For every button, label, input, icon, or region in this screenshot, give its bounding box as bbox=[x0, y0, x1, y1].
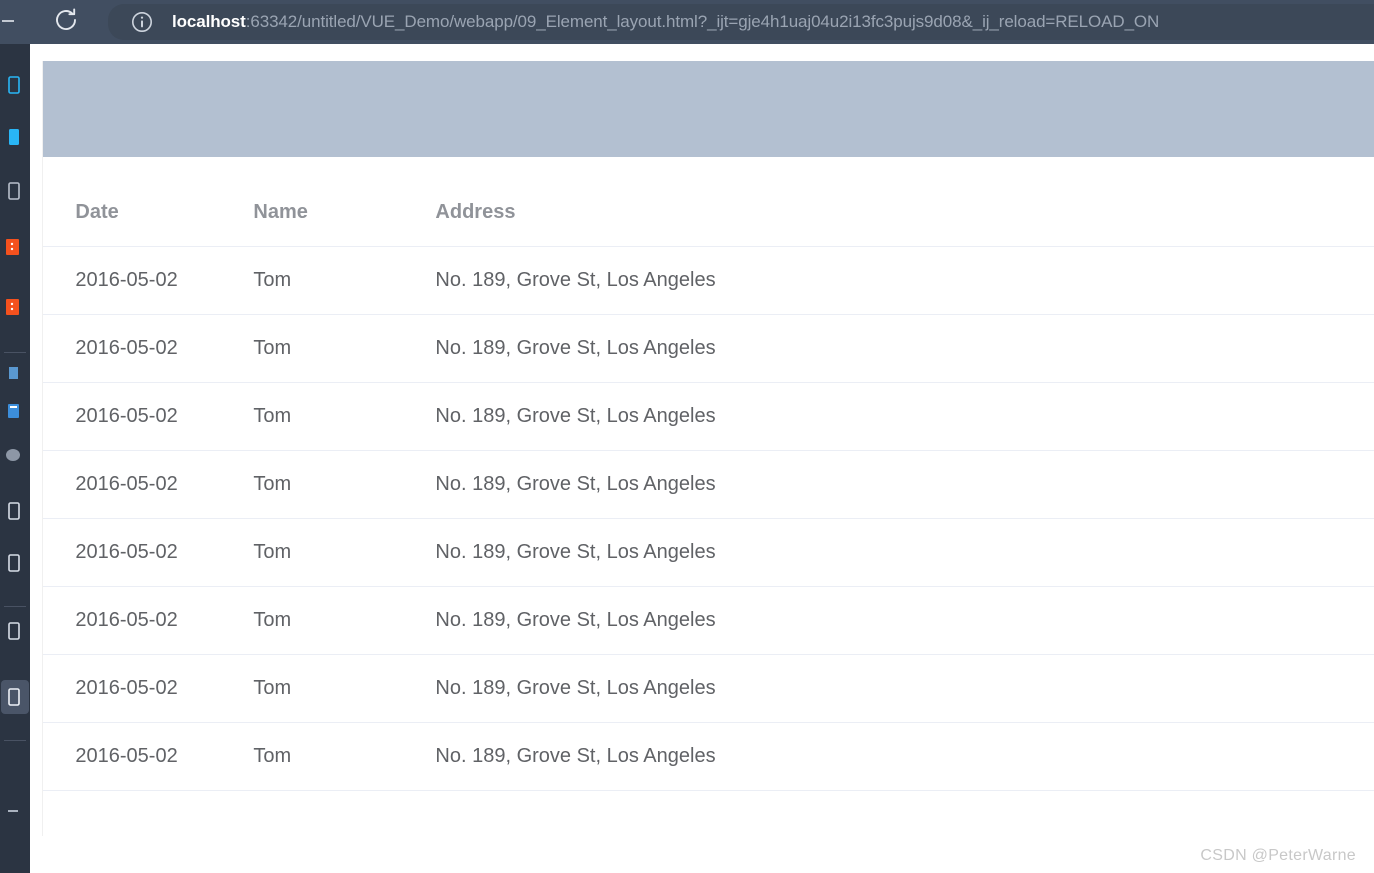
dock-icon-10[interactable] bbox=[1, 500, 27, 522]
cell-date: 2016-05-02 bbox=[43, 722, 254, 791]
cell-date: 2016-05-02 bbox=[43, 586, 254, 655]
dock-icon-7[interactable] bbox=[1, 362, 27, 384]
dock-icon-14[interactable] bbox=[1, 800, 27, 822]
dock-icon-4[interactable] bbox=[1, 180, 27, 202]
cell-address: No. 189, Grove St, Los Angeles bbox=[435, 246, 1374, 315]
table-row[interactable]: 2016-05-02 Tom No. 189, Grove St, Los An… bbox=[43, 518, 1374, 587]
cell-date: 2016-05-02 bbox=[43, 382, 254, 451]
dock-icon-6[interactable] bbox=[1, 296, 27, 318]
cell-name: Tom bbox=[253, 450, 436, 519]
cell-date: 2016-05-02 bbox=[43, 246, 254, 315]
address-bar-url: localhost:63342/untitled/VUE_Demo/webapp… bbox=[172, 12, 1159, 32]
cell-name: Tom bbox=[253, 722, 436, 791]
cell-date: 2016-05-02 bbox=[43, 314, 254, 383]
dock-icon-5[interactable] bbox=[1, 236, 27, 258]
cell-address: No. 189, Grove St, Los Angeles bbox=[435, 314, 1374, 383]
table-row[interactable]: 2016-05-02 Tom No. 189, Grove St, Los An… bbox=[43, 654, 1374, 723]
os-dock bbox=[0, 0, 30, 873]
page-header-bar bbox=[43, 61, 1374, 157]
table-header-row: Date Name Address bbox=[43, 201, 1374, 247]
table-head: Date Name Address bbox=[43, 201, 1374, 247]
url-path: :63342/untitled/VUE_Demo/webapp/09_Eleme… bbox=[245, 12, 1160, 31]
cell-date: 2016-05-02 bbox=[43, 654, 254, 723]
cell-address: No. 189, Grove St, Los Angeles bbox=[435, 518, 1374, 587]
cell-name: Tom bbox=[253, 314, 436, 383]
dock-divider-3 bbox=[4, 740, 26, 741]
cell-address: No. 189, Grove St, Los Angeles bbox=[435, 586, 1374, 655]
url-host: localhost bbox=[172, 12, 246, 31]
dock-icon-9[interactable] bbox=[1, 444, 27, 466]
dock-icon-13[interactable] bbox=[1, 686, 27, 708]
table-row[interactable]: 2016-05-02 Tom No. 189, Grove St, Los An… bbox=[43, 382, 1374, 451]
element-layout-container: Navigator One Group 1 Option 1 Option 2 … bbox=[42, 61, 1374, 836]
info-circle-icon[interactable] bbox=[130, 10, 154, 34]
cell-name: Tom bbox=[253, 586, 436, 655]
cell-date: 2016-05-02 bbox=[43, 450, 254, 519]
cell-name: Tom bbox=[253, 246, 436, 315]
table-row[interactable]: 2016-05-02 Tom No. 189, Grove St, Los An… bbox=[43, 722, 1374, 791]
main-content: Date Name Address 2016-05-02 Tom No. 189… bbox=[43, 157, 1374, 836]
dock-icon-12[interactable] bbox=[1, 620, 27, 642]
window-minimize-button[interactable] bbox=[2, 20, 14, 22]
table-body: 2016-05-02 Tom No. 189, Grove St, Los An… bbox=[43, 246, 1374, 791]
data-table: Date Name Address 2016-05-02 Tom No. 189… bbox=[43, 201, 1374, 791]
watermark: CSDN @PeterWarne bbox=[1200, 847, 1356, 864]
reload-icon bbox=[52, 6, 80, 39]
page-viewport: Navigator One Group 1 Option 1 Option 2 … bbox=[30, 44, 1374, 873]
table-row[interactable]: 2016-05-02 Tom No. 189, Grove St, Los An… bbox=[43, 450, 1374, 519]
cell-name: Tom bbox=[253, 382, 436, 451]
cell-name: Tom bbox=[253, 654, 436, 723]
cell-address: No. 189, Grove St, Los Angeles bbox=[435, 450, 1374, 519]
dock-divider-2 bbox=[4, 606, 26, 607]
dock-icon-2[interactable] bbox=[1, 74, 27, 96]
main-column: Date Name Address 2016-05-02 Tom No. 189… bbox=[43, 61, 1374, 836]
browser-chrome: localhost:63342/untitled/VUE_Demo/webapp… bbox=[0, 0, 1374, 44]
address-bar[interactable]: localhost:63342/untitled/VUE_Demo/webapp… bbox=[108, 4, 1374, 40]
dock-icon-3[interactable] bbox=[1, 126, 27, 148]
cell-name: Tom bbox=[253, 518, 436, 587]
table-row[interactable]: 2016-05-02 Tom No. 189, Grove St, Los An… bbox=[43, 586, 1374, 655]
dock-icon-11[interactable] bbox=[1, 552, 27, 574]
column-header-address[interactable]: Address bbox=[435, 201, 1374, 247]
cell-date: 2016-05-02 bbox=[43, 518, 254, 587]
table-row[interactable]: 2016-05-02 Tom No. 189, Grove St, Los An… bbox=[43, 314, 1374, 383]
cell-address: No. 189, Grove St, Los Angeles bbox=[435, 654, 1374, 723]
column-header-name[interactable]: Name bbox=[253, 201, 436, 247]
column-header-date[interactable]: Date bbox=[43, 201, 254, 247]
reload-button[interactable] bbox=[50, 6, 82, 39]
dock-divider-1 bbox=[4, 352, 26, 353]
table-row[interactable]: 2016-05-02 Tom No. 189, Grove St, Los An… bbox=[43, 246, 1374, 315]
dock-icon-8[interactable] bbox=[1, 400, 27, 422]
cell-address: No. 189, Grove St, Los Angeles bbox=[435, 382, 1374, 451]
page-top-gap bbox=[30, 44, 1374, 60]
screen-root: localhost:63342/untitled/VUE_Demo/webapp… bbox=[0, 0, 1374, 873]
cell-address: No. 189, Grove St, Los Angeles bbox=[435, 722, 1374, 791]
